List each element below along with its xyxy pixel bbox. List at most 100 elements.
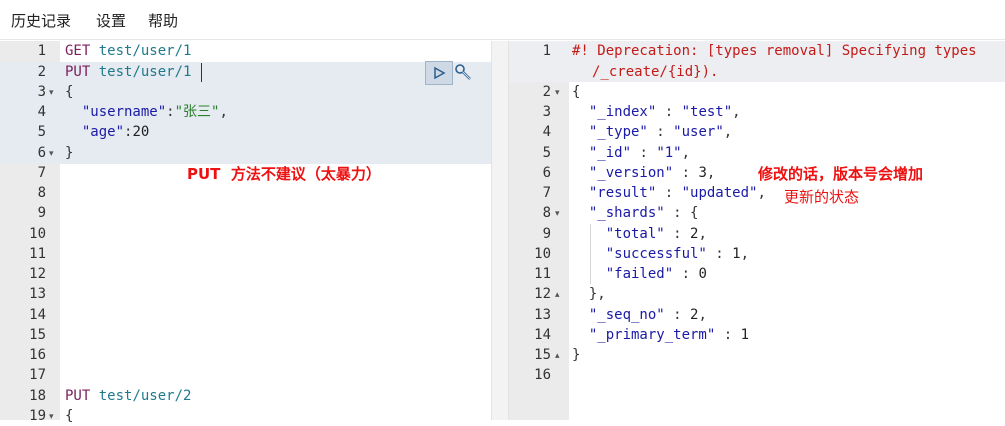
line-number: 1	[542, 43, 551, 59]
line-number: 7	[37, 165, 46, 181]
json-key: "_id"	[588, 145, 632, 161]
line-number: 16	[29, 347, 46, 363]
line-number: 15	[534, 347, 551, 363]
json-key: "_seq_no"	[588, 307, 665, 323]
annotation-result: 更新的状态	[784, 188, 860, 206]
code-line: "_type" : "user",	[588, 124, 733, 140]
json-value: 20	[132, 124, 150, 140]
menu-settings[interactable]: 设置	[96, 10, 126, 31]
line-number: 15	[29, 327, 46, 343]
code-line: "_seq_no" : 2,	[588, 307, 707, 323]
line-number: 5	[542, 145, 551, 161]
line-number: 13	[534, 307, 551, 323]
json-value: "张三"	[174, 104, 220, 120]
json-value: 1	[740, 327, 750, 343]
line-number: 8	[542, 205, 551, 221]
json-key: "_type"	[588, 124, 648, 140]
fold-toggle-icon[interactable]: ▾	[555, 209, 560, 219]
json-key: "successful"	[605, 246, 707, 262]
json-value: 0	[698, 266, 707, 282]
line-number: 11	[534, 266, 551, 282]
code-line: "successful" : 1,	[605, 246, 750, 262]
json-key: "_index"	[588, 104, 657, 120]
code-line: },	[572, 284, 606, 304]
menu-help[interactable]: 帮助	[148, 10, 178, 31]
json-key: "age"	[81, 124, 125, 140]
text-cursor	[201, 63, 202, 82]
code-line: "username":"张三",	[65, 102, 228, 122]
code-line: GET test/user/1	[65, 41, 191, 61]
annotation-version: 修改的话，版本号会增加	[758, 165, 924, 183]
json-value: 2	[690, 226, 699, 242]
line-number: 6	[542, 165, 551, 181]
http-method: PUT	[65, 388, 91, 404]
line-number: 16	[534, 367, 551, 383]
code-line: PUT test/user/2	[65, 386, 191, 406]
line-number: 14	[29, 307, 46, 323]
code-line: {	[572, 84, 581, 100]
line-number: 10	[29, 226, 46, 242]
json-brace: {	[690, 205, 699, 221]
line-number: 1	[37, 43, 46, 59]
line-number: 12	[534, 286, 551, 302]
json-key: "username"	[81, 104, 167, 120]
line-number: 10	[534, 246, 551, 262]
json-value: 2	[690, 307, 699, 323]
line-number: 3	[542, 104, 551, 120]
json-value: "1"	[656, 145, 682, 161]
line-number: 2	[542, 84, 551, 100]
line-number: 19	[29, 408, 46, 424]
run-request-button[interactable]	[425, 61, 453, 85]
annotation-put-warning: PUT 方法不建议（太暴力）	[187, 165, 381, 183]
fold-toggle-icon[interactable]: ▾	[555, 88, 560, 98]
code-line: "_index" : "test",	[588, 104, 741, 120]
line-number: 5	[37, 124, 46, 140]
json-value: "test"	[681, 104, 733, 120]
fold-toggle-icon[interactable]: ▴	[555, 351, 560, 361]
code-line: "_id" : "1",	[588, 145, 691, 161]
http-method: GET	[65, 43, 91, 59]
menu-history[interactable]: 历史记录	[11, 10, 71, 31]
code-line: {	[65, 84, 74, 100]
code-line: "age":20	[65, 122, 149, 142]
code-line: }	[65, 145, 74, 161]
line-number: 17	[29, 367, 46, 383]
line-number: 14	[534, 327, 551, 343]
json-value: "user"	[673, 124, 724, 140]
line-number: 7	[542, 185, 551, 201]
code-line: "_version" : 3,	[588, 165, 716, 181]
code-line: "total" : 2,	[605, 226, 707, 242]
line-number: 2	[37, 64, 46, 80]
deprecation-warning: #! Deprecation: [types removal] Specifyi…	[572, 43, 977, 59]
code-line: "failed" : 0	[605, 266, 707, 282]
json-value: "updated"	[681, 185, 758, 201]
line-number: 12	[29, 266, 46, 282]
code-line: }	[572, 347, 581, 363]
json-colon: :	[166, 104, 175, 120]
fold-toggle-icon[interactable]: ▾	[49, 412, 54, 422]
json-key: "result"	[588, 185, 657, 201]
request-url: test/user/2	[98, 388, 192, 404]
json-key: "_primary_term"	[588, 327, 716, 343]
line-number: 9	[37, 205, 46, 221]
deprecation-warning-continued: /_create/{id}).	[592, 64, 719, 80]
line-number: 11	[29, 246, 46, 262]
line-number: 9	[542, 226, 551, 242]
http-method: PUT	[65, 64, 91, 80]
line-number: 4	[542, 124, 551, 140]
line-number: 3	[37, 84, 46, 100]
fold-toggle-icon[interactable]: ▴	[555, 290, 560, 300]
play-icon	[434, 66, 446, 80]
code-line: "_shards" : {	[588, 205, 699, 221]
json-value: 1	[732, 246, 741, 262]
request-options-button[interactable]	[453, 61, 475, 85]
fold-toggle-icon[interactable]: ▾	[49, 149, 54, 159]
fold-toggle-icon[interactable]: ▾	[49, 88, 54, 98]
json-key: "total"	[605, 226, 665, 242]
line-number: 4	[37, 104, 46, 120]
json-key: "_shards"	[588, 205, 665, 221]
code-line: {	[65, 408, 74, 424]
code-line: "result" : "updated",	[588, 185, 766, 201]
code-line: "_primary_term" : 1	[588, 327, 750, 343]
line-number: 18	[29, 388, 46, 404]
